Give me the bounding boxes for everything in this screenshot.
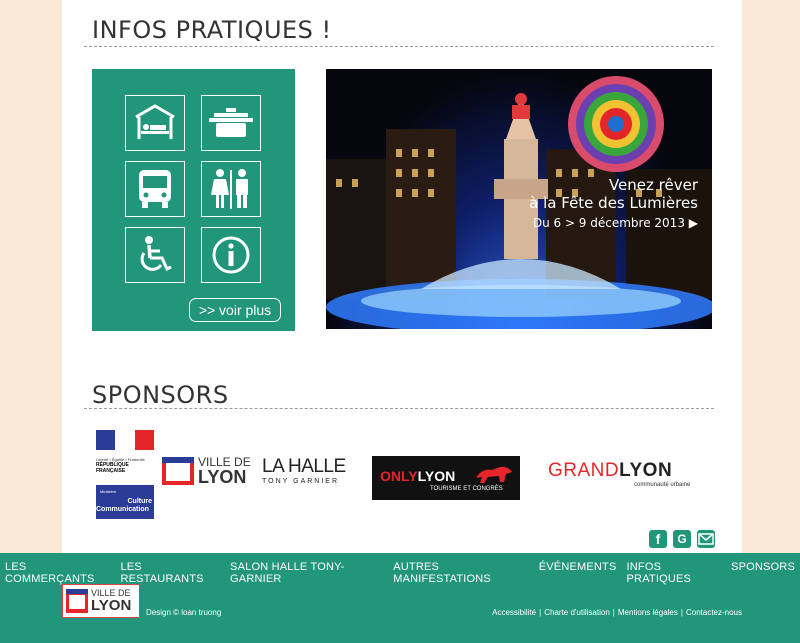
footer-nav: LES COMMERÇANTS LES RESTAURANTS SALON HA… [0,561,800,585]
footer-lion-crest-icon [66,589,88,613]
legal-mentions[interactable]: Mentions légales [618,608,678,617]
footer-link-commercants[interactable]: LES COMMERÇANTS [0,561,115,585]
republique-name: RÉPUBLIQUE FRANÇAISE [96,462,129,474]
lion-crest-icon [162,457,194,485]
sponsors-title: SPONSORS [92,381,229,409]
footer-link-infos[interactable]: INFOS PRATIQUES [622,561,727,585]
restaurant-tile[interactable] [201,95,261,151]
hotel-tile[interactable] [125,95,185,151]
republique-francaise-logo[interactable]: Liberté • Égalité • Fraternité RÉPUBLIQU… [96,430,154,519]
bus-icon [139,170,171,208]
facebook-icon[interactable]: f [649,530,667,548]
info-tile[interactable] [201,227,261,283]
design-credit: Design © loan truong [146,608,222,617]
restroom-icon [211,169,248,209]
grand-lyon-logo[interactable]: GRANDLYON communauté urbaine [548,460,698,494]
lion-icon [476,466,512,483]
wheelchair-icon [140,236,172,272]
only-lyon-wordmark: ONLYLYON [380,468,456,484]
only-lyon-subtitle: TOURISME ET CONGRÈS [430,486,503,492]
only-lyon-logo[interactable]: ONLYLYON TOURISME ET CONGRÈS [372,456,520,500]
ville-de-lyon-logo[interactable]: VILLE DE LYON [162,453,252,487]
legal-accessibilite[interactable]: Accessibilité [492,608,536,617]
footer-link-salon[interactable]: SALON HALLE TONY-GARNIER [225,561,388,585]
restroom-tile[interactable] [201,161,261,217]
footer-link-sponsors[interactable]: SPONSORS [726,561,800,585]
grand-lyon-wordmark: GRANDLYON [548,460,673,481]
grand-lyon-subtitle: communauté urbaine [634,482,691,488]
legal-contact[interactable]: Contactez-nous [686,608,742,617]
hero-caption: Venez rêver à la Fête des Lumières Du 6 … [529,176,698,232]
la-halle-text: LA HALLE [262,456,346,477]
culture-label: Culture [127,498,153,505]
infos-divider [84,46,714,47]
hero-line2: à la Fête des Lumières [529,194,698,212]
footer-logo-line2: LYON [91,597,132,614]
viadeo-icon[interactable]: G [673,530,691,548]
ministere-label: Ministère [100,489,117,494]
footer-link-manifestations[interactable]: AUTRES MANIFESTATIONS [388,561,533,585]
communication-label: Communication [96,506,149,513]
hero-date: Du 6 > 9 décembre 2013 ▶ [532,216,698,230]
mail-icon [698,533,714,545]
tony-garnier-text: TONY GARNIER [262,478,340,485]
voir-plus-button[interactable]: >> voir plus [189,298,281,322]
infos-title: INFOS PRATIQUES ! [92,16,332,44]
cooking-pot-icon [209,108,253,137]
accessibility-tile[interactable] [125,227,185,283]
infos-panel: >> voir plus [92,69,295,331]
marianne-flag-icon [96,430,154,450]
email-icon[interactable] [697,530,715,548]
page-content: INFOS PRATIQUES ! >> voir plus Venez rêv… [62,0,742,553]
la-halle-tony-garnier-logo[interactable]: LA HALLE TONY GARNIER [262,456,352,488]
footer-link-restaurants[interactable]: LES RESTAURANTS [115,561,225,585]
hero-line1: Venez rêver [608,176,698,194]
legal-charte[interactable]: Charte d'utilisation [544,608,610,617]
fete-des-lumieres-banner[interactable]: Venez rêver à la Fête des Lumières Du 6 … [326,69,712,329]
footer-link-evenements[interactable]: ÉVÉNEMENTS [534,561,622,585]
hotel-bed-icon [135,104,175,139]
transport-tile[interactable] [125,161,185,217]
footer-ville-de-lyon-logo[interactable]: VILLE DE LYON [62,584,140,618]
legal-links: Accessibilité | Charte d'utilisation | Menti… [492,608,742,617]
info-icon [212,236,250,274]
sponsors-divider [84,408,714,409]
footer: LES COMMERÇANTS LES RESTAURANTS SALON HA… [0,553,800,643]
lyon-text: LYON [198,467,247,487]
